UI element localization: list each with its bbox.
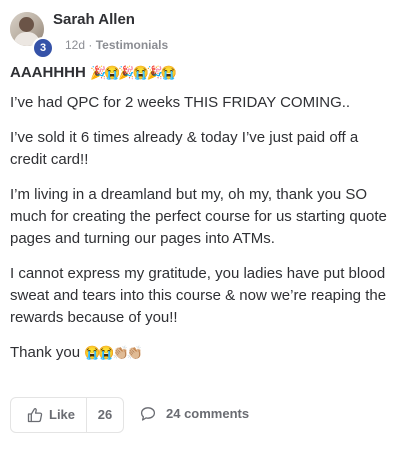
post-header: 3 Sarah Allen 12d · Testimonials — [10, 8, 390, 59]
like-group: Like 26 — [10, 397, 124, 433]
avatar-figure-head — [19, 17, 34, 32]
post-paragraph: I’ve had QPC for 2 weeks THIS FRIDAY COM… — [10, 94, 351, 111]
thumbs-up-icon — [27, 408, 43, 423]
post-closing-text: Thank you — [10, 344, 81, 361]
post-card: 3 Sarah Allen 12d · Testimonials AAAHHHH… — [0, 0, 400, 449]
comment-bubble-icon — [140, 407, 156, 421]
comments-button[interactable]: 24 comments — [136, 397, 266, 431]
post-category[interactable]: Testimonials — [96, 38, 168, 52]
post-paragraph: I’ve sold it 6 times already & today I’v… — [10, 129, 359, 168]
level-badge: 3 — [32, 37, 54, 59]
post-title-emoji: 🎉😭🎉😭🎉😭 — [90, 65, 177, 80]
meta-separator: · — [88, 38, 93, 52]
post-paragraph: I’m living in a dreamland but my, oh my,… — [10, 186, 387, 247]
like-button[interactable]: Like — [11, 398, 87, 432]
post-closing-emoji: 😭😭👏🏼👏🏼 — [84, 345, 143, 360]
post-time: 12d — [65, 38, 86, 52]
comments-label: 24 comments — [166, 406, 250, 421]
post-meta: 12d · Testimonials — [65, 38, 168, 52]
post-actions: Like 26 24 comments — [10, 397, 390, 433]
post-title-text: AAAHHHH — [10, 64, 86, 81]
like-count[interactable]: 26 — [87, 407, 123, 422]
like-label: Like — [49, 407, 76, 422]
author-name[interactable]: Sarah Allen — [53, 11, 135, 28]
post-closing: Thank you 😭😭👏🏼👏🏼 — [10, 342, 388, 364]
post-paragraph: I cannot express my gratitude, you ladie… — [10, 265, 387, 326]
post-body: I’ve had QPC for 2 weeks THIS FRIDAY COM… — [10, 92, 388, 364]
post-title: AAAHHHH 🎉😭🎉😭🎉😭 — [10, 64, 177, 81]
